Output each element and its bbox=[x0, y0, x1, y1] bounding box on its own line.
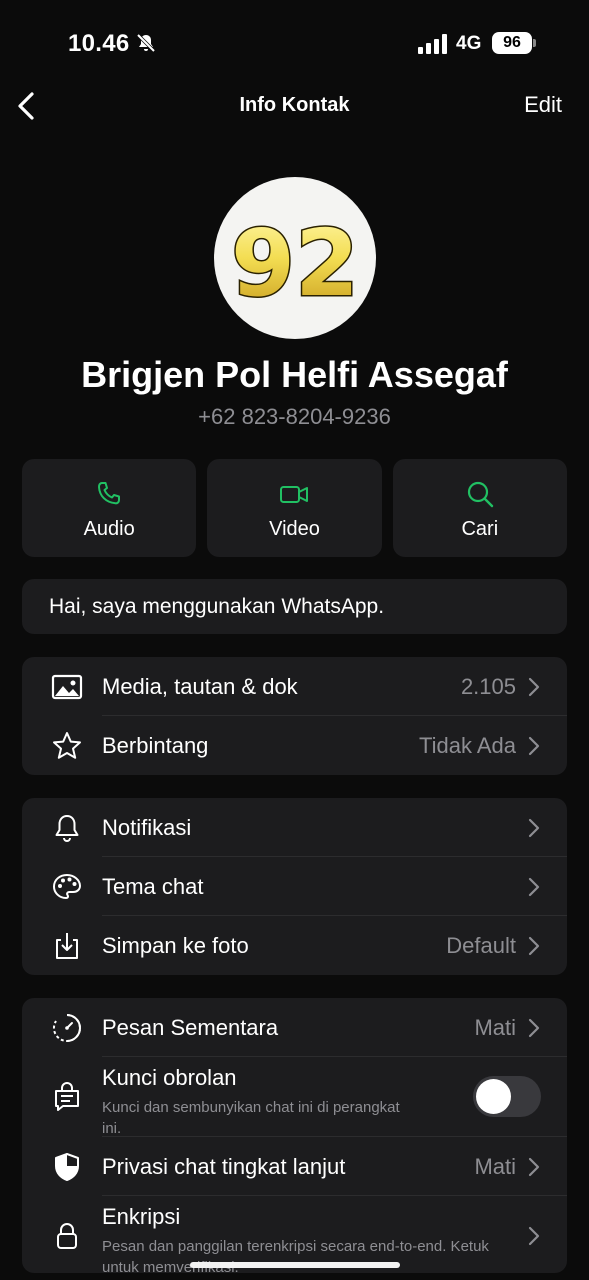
audio-label: Audio bbox=[83, 518, 135, 540]
advanced-chat-privacy-row[interactable]: Privasi chat tingkat lanjut Mati bbox=[22, 1137, 567, 1196]
audio-call-button[interactable]: Audio bbox=[22, 459, 197, 557]
advanced-privacy-label: Privasi chat tingkat lanjut bbox=[102, 1154, 346, 1179]
lock-chat-icon bbox=[55, 1082, 79, 1111]
shield-icon bbox=[55, 1153, 79, 1181]
battery-level: 96 bbox=[492, 32, 532, 54]
chevron-right-icon bbox=[528, 1157, 540, 1177]
advanced-privacy-value: Mati bbox=[474, 1154, 516, 1179]
timer-icon bbox=[53, 1014, 82, 1042]
video-camera-icon bbox=[280, 486, 309, 503]
chevron-right-icon bbox=[528, 677, 540, 697]
chevron-right-icon bbox=[528, 1226, 540, 1246]
avatar-image: 92 bbox=[229, 209, 360, 319]
cellular-signal-icon bbox=[418, 34, 447, 54]
battery-tip bbox=[533, 39, 536, 47]
settings-section: Notifikasi Tema chat Simpan ke foto Defa… bbox=[22, 798, 567, 975]
starred-row[interactable]: Berbintang Tidak Ada bbox=[22, 716, 567, 775]
contact-phone: +62 823-8204-9236 bbox=[198, 404, 391, 429]
save-to-photos-label: Simpan ke foto bbox=[102, 933, 249, 958]
starred-value: Tidak Ada bbox=[418, 733, 516, 758]
edit-button[interactable]: Edit bbox=[524, 92, 562, 118]
navigation-bar: Info Kontak Edit bbox=[0, 80, 589, 132]
palette-icon bbox=[52, 873, 82, 900]
battery-icon: 96 bbox=[492, 32, 536, 54]
disappearing-messages-label: Pesan Sementara bbox=[102, 1015, 279, 1040]
bell-off-icon bbox=[136, 33, 156, 53]
chat-lock-label: Kunci obrolan bbox=[102, 1065, 237, 1090]
action-buttons: Audio Video Cari bbox=[22, 459, 567, 557]
phone-icon bbox=[98, 482, 121, 505]
video-call-button[interactable]: Video bbox=[207, 459, 382, 557]
status-bar: 10.46 4G 96 bbox=[0, 0, 589, 80]
page-title: Info Kontak bbox=[239, 94, 350, 116]
chat-lock-description: Kunci dan sembunyikan chat ini di perang… bbox=[102, 1099, 400, 1137]
chat-lock-row: Kunci obrolan Kunci dan sembunyikan chat… bbox=[22, 1057, 567, 1137]
notifications-row[interactable]: Notifikasi bbox=[22, 798, 567, 857]
media-section: Media, tautan & dok 2.105 Berbintang Tid… bbox=[22, 657, 567, 775]
about-card: Hai, saya menggunakan WhatsApp. bbox=[22, 579, 567, 634]
search-icon bbox=[467, 481, 494, 508]
privacy-section: Pesan Sementara Mati Kunci obrolan Kunci… bbox=[22, 998, 567, 1273]
chat-theme-row[interactable]: Tema chat bbox=[22, 857, 567, 916]
chat-theme-label: Tema chat bbox=[102, 874, 204, 899]
about-text: Hai, saya menggunakan WhatsApp. bbox=[49, 595, 385, 618]
disappearing-messages-value: Mati bbox=[474, 1015, 516, 1040]
bell-icon bbox=[55, 815, 79, 842]
video-label: Video bbox=[269, 518, 320, 540]
image-icon bbox=[51, 674, 83, 700]
media-links-docs-row[interactable]: Media, tautan & dok 2.105 bbox=[22, 657, 567, 716]
media-count: 2.105 bbox=[460, 674, 516, 699]
chevron-right-icon bbox=[528, 877, 540, 897]
avatar-text: 92 bbox=[231, 210, 359, 317]
search-label: Cari bbox=[461, 518, 499, 540]
network-type: 4G bbox=[456, 33, 482, 54]
star-icon bbox=[53, 732, 81, 759]
lock-icon bbox=[57, 1223, 77, 1249]
disappearing-messages-row[interactable]: Pesan Sementara Mati bbox=[22, 998, 567, 1057]
download-icon bbox=[56, 933, 78, 959]
starred-label: Berbintang bbox=[102, 733, 209, 758]
save-to-photos-row[interactable]: Simpan ke foto Default bbox=[22, 916, 567, 975]
encryption-label: Enkripsi bbox=[102, 1204, 181, 1229]
home-indicator[interactable] bbox=[190, 1262, 400, 1268]
chevron-right-icon bbox=[528, 936, 540, 956]
avatar[interactable]: 92 bbox=[214, 177, 376, 339]
notifications-label: Notifikasi bbox=[102, 815, 192, 840]
chevron-right-icon bbox=[528, 736, 540, 756]
status-time: 10.46 bbox=[68, 30, 130, 57]
chat-lock-toggle[interactable] bbox=[473, 1076, 541, 1117]
toggle-knob bbox=[476, 1079, 511, 1114]
chevron-right-icon bbox=[528, 818, 540, 838]
media-label: Media, tautan & dok bbox=[102, 674, 298, 699]
save-to-photos-value: Default bbox=[446, 933, 516, 958]
search-button[interactable]: Cari bbox=[392, 459, 567, 557]
contact-name: Brigjen Pol Helfi Assegaf bbox=[81, 354, 508, 395]
chevron-right-icon bbox=[528, 1018, 540, 1038]
